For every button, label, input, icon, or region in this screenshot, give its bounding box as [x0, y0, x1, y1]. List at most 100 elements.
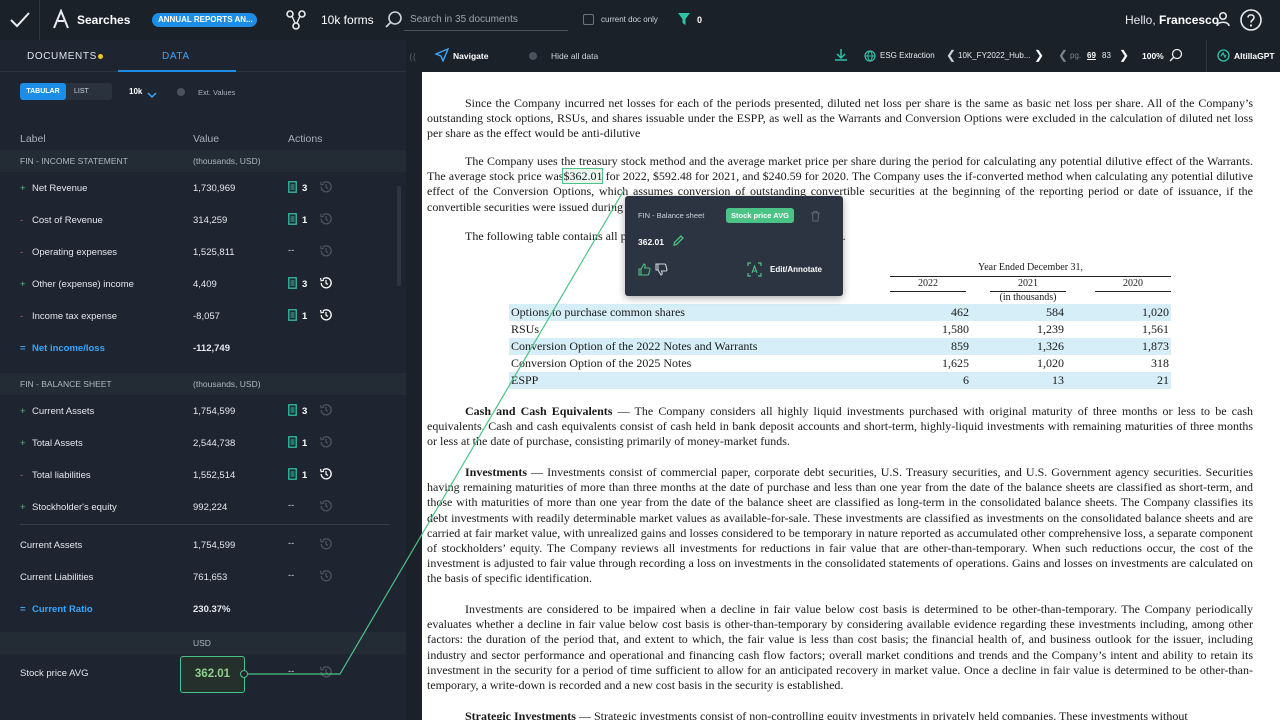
- esg-extraction-button[interactable]: ESG Extraction: [880, 51, 935, 60]
- history-icon[interactable]: [319, 537, 333, 556]
- table-row[interactable]: Current Liabilities 761,653 --: [0, 561, 406, 593]
- thumbs-down-icon[interactable]: [655, 263, 668, 281]
- table-row[interactable]: + Other (expense) income 4,409 3: [0, 268, 406, 300]
- table-row[interactable]: Current Assets 1,754,599 --: [0, 529, 406, 561]
- next-page-button[interactable]: ❯: [1119, 48, 1129, 62]
- section-title: FIN - INCOME STATEMENT: [20, 156, 128, 166]
- tab-documents[interactable]: DOCUMENTS: [27, 51, 97, 62]
- row-sign: -: [20, 311, 24, 322]
- row-source-count: --: [288, 666, 295, 677]
- panel-tabs: DOCUMENTS DATA: [0, 40, 406, 72]
- forms-icon[interactable]: [285, 9, 307, 34]
- search-badge[interactable]: ANNUAL REPORTS AN...: [152, 13, 257, 27]
- list-button[interactable]: LIST: [74, 83, 89, 100]
- table-row[interactable]: - Cost of Revenue 314,259 1: [0, 204, 406, 236]
- filter-count: 0: [697, 15, 703, 25]
- cell-value: 21: [1157, 373, 1169, 387]
- search-input[interactable]: [404, 9, 568, 31]
- row-sign: +: [20, 502, 26, 513]
- altillagpt-button[interactable]: AltillaGPT: [1234, 51, 1275, 61]
- previous-file-button[interactable]: ❮: [946, 48, 956, 62]
- history-icon[interactable]: [319, 569, 333, 588]
- row-label: - Cost of Revenue: [20, 215, 103, 226]
- row-source-count: --: [288, 538, 295, 549]
- table-row[interactable]: + Net Revenue 1,730,969 3: [0, 172, 406, 204]
- paragraph: Investments are considered to be impaire…: [427, 602, 1253, 693]
- tab-data[interactable]: DATA: [162, 51, 190, 62]
- ext-values-toggle[interactable]: [177, 88, 185, 96]
- history-icon[interactable]: [319, 435, 333, 454]
- row-source-count[interactable]: 1: [288, 436, 307, 449]
- history-icon[interactable]: [319, 212, 333, 231]
- scrollbar[interactable]: [397, 186, 401, 286]
- row-label: + Stockholder's equity: [20, 502, 117, 513]
- page-number[interactable]: 69: [1087, 51, 1096, 60]
- view-toggle: TABULAR LIST: [20, 83, 112, 100]
- table-row[interactable]: + Current Assets 1,754,599 3: [0, 395, 406, 427]
- row-source-count[interactable]: 1: [288, 468, 307, 481]
- history-icon[interactable]: [319, 276, 333, 295]
- history-icon[interactable]: [319, 499, 333, 518]
- hide-all-toggle[interactable]: [529, 52, 537, 60]
- section-balance-sheet: FIN - BALANCE SHEET (thousands, USD): [0, 373, 406, 395]
- cell-value: 1,561: [1142, 322, 1169, 336]
- navigate-button[interactable]: Navigate: [453, 51, 488, 61]
- paragraph: Strategic Investments — Strategic invest…: [465, 709, 1188, 720]
- divider: [20, 524, 390, 525]
- filter-icon[interactable]: [677, 12, 691, 29]
- previous-page-button[interactable]: ❮: [1058, 48, 1068, 62]
- panel-divider[interactable]: ⟨⟨: [406, 40, 422, 720]
- history-icon[interactable]: [319, 403, 333, 422]
- download-icon[interactable]: [834, 48, 848, 67]
- row-sign: -: [20, 247, 24, 258]
- file-name[interactable]: 10K_FY2022_Hub...: [958, 51, 1031, 60]
- row-source-count[interactable]: 3: [288, 181, 307, 194]
- history-icon[interactable]: [319, 308, 333, 327]
- searches-label[interactable]: Searches: [77, 13, 130, 27]
- history-icon[interactable]: [319, 467, 333, 486]
- connector-handle[interactable]: [240, 670, 248, 678]
- altillagpt-icon: [1217, 49, 1230, 67]
- stock-price-value[interactable]: 362.01: [180, 656, 245, 693]
- form-select[interactable]: 10k: [129, 87, 142, 96]
- row-source-count[interactable]: 1: [288, 309, 307, 322]
- row-source-count[interactable]: 3: [288, 404, 307, 417]
- history-icon[interactable]: [319, 180, 333, 199]
- table-row[interactable]: + Stockholder's equity 992,224 --: [0, 491, 406, 523]
- collapse-icon[interactable]: ⟨⟨: [409, 52, 416, 63]
- zoom-level[interactable]: 100%: [1142, 51, 1164, 61]
- annotate-icon[interactable]: [747, 262, 762, 282]
- table-row: RSUs 1,580 1,239 1,561: [509, 321, 1171, 338]
- cell-value: 584: [1046, 305, 1064, 319]
- history-icon[interactable]: [319, 665, 333, 684]
- user-icon[interactable]: [1215, 11, 1231, 30]
- pencil-icon[interactable]: [672, 234, 685, 252]
- popup-badge[interactable]: Stock price AVG: [726, 208, 794, 223]
- table-row[interactable]: + Total Assets 2,544,738 1: [0, 427, 406, 459]
- trash-icon[interactable]: [810, 209, 821, 227]
- edit-annotate-button[interactable]: Edit/Annotate: [770, 265, 822, 274]
- page-total: 83: [1102, 51, 1111, 60]
- row-source-count[interactable]: 1: [288, 213, 307, 226]
- table-row[interactable]: = Net income/loss -112,749: [0, 332, 406, 364]
- current-doc-checkbox[interactable]: [583, 14, 594, 25]
- navigate-icon[interactable]: [434, 47, 450, 67]
- zoom-icon[interactable]: [1169, 48, 1183, 67]
- next-file-button[interactable]: ❯: [1034, 48, 1044, 62]
- chevron-down-icon[interactable]: [147, 86, 157, 104]
- table-row[interactable]: - Operating expenses 1,525,811 --: [0, 236, 406, 268]
- tabular-button[interactable]: TABULAR: [20, 83, 66, 100]
- cell-value: 318: [1151, 356, 1169, 370]
- table-row[interactable]: - Income tax expense -8,057 1: [0, 300, 406, 332]
- row-source-count[interactable]: 3: [288, 277, 307, 290]
- help-icon[interactable]: [1239, 8, 1263, 35]
- checkmark-icon[interactable]: [0, 0, 40, 40]
- highlighted-value[interactable]: $362.01: [562, 168, 604, 185]
- popup-section: FIN - Balance sheet: [638, 211, 705, 220]
- history-icon[interactable]: [319, 244, 333, 263]
- table-row[interactable]: - Total liabilities 1,552,514 1: [0, 459, 406, 491]
- row-sign: +: [20, 279, 26, 290]
- thumbs-up-icon[interactable]: [638, 263, 651, 281]
- table-row[interactable]: = Current Ratio 230.37%: [0, 593, 406, 625]
- forms-label[interactable]: 10k forms: [321, 13, 374, 27]
